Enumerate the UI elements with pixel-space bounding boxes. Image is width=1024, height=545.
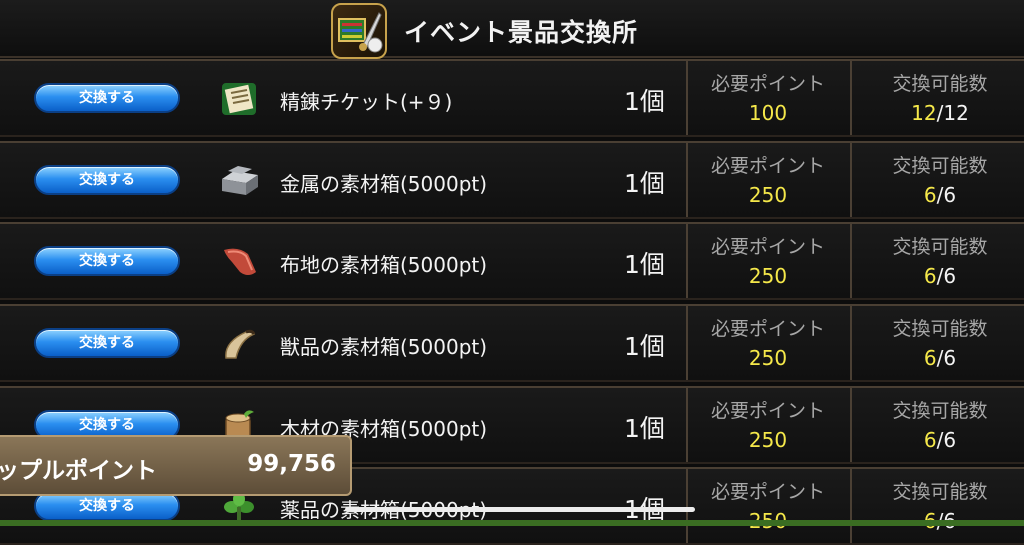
exchangeable-count-value: 6/6 bbox=[874, 428, 1006, 452]
points-value: 99,756 bbox=[247, 451, 336, 477]
event-shop-icon bbox=[331, 3, 387, 59]
item-quantity: 1個 bbox=[624, 169, 665, 198]
cloth-icon bbox=[218, 242, 260, 282]
current-count: 6 bbox=[923, 183, 937, 207]
ticket-icon bbox=[218, 79, 260, 119]
required-points-label: 必要ポイント bbox=[710, 73, 825, 95]
current-count: 12 bbox=[911, 101, 937, 125]
exchangeable-count-value: 12/12 bbox=[874, 101, 1006, 125]
item-quantity: 1個 bbox=[624, 332, 665, 361]
points-label: ップルポイント bbox=[0, 458, 157, 484]
column-divider bbox=[850, 143, 852, 217]
required-points-label: 必要ポイント bbox=[710, 236, 825, 258]
exchangeable-count-label: 交換可能数 bbox=[892, 318, 988, 340]
item-name: 精錬チケット(+９) bbox=[280, 90, 453, 114]
exchange-button[interactable]: 交換する bbox=[34, 246, 180, 276]
header-bar: イベント景品交換所 bbox=[0, 0, 1024, 58]
item-quantity: 1個 bbox=[624, 87, 665, 116]
required-points-label: 必要ポイント bbox=[710, 481, 825, 503]
column-divider bbox=[686, 306, 688, 380]
current-count: 6 bbox=[923, 428, 937, 452]
metal-ingot-icon bbox=[218, 161, 260, 201]
required-points-value: 250 bbox=[748, 183, 788, 207]
column-divider bbox=[686, 388, 688, 462]
reward-row: 交換する 獣品の素材箱(5000pt) 1個 必要ポイント 250 交換可能数 … bbox=[0, 304, 1024, 382]
exchangeable-count-label: 交換可能数 bbox=[892, 236, 988, 258]
column-divider bbox=[850, 306, 852, 380]
required-points-label: 必要ポイント bbox=[710, 318, 825, 340]
column-divider bbox=[850, 61, 852, 135]
exchangeable-count-value: 6/6 bbox=[874, 264, 1006, 288]
reward-row: 交換する 精錬チケット(+９) 1個 必要ポイント 100 交換可能数 12/1… bbox=[0, 59, 1024, 137]
item-quantity: 1個 bbox=[624, 250, 665, 279]
column-divider bbox=[850, 388, 852, 462]
max-count: /6 bbox=[936, 264, 957, 288]
reward-row: 交換する 布地の素材箱(5000pt) 1個 必要ポイント 250 交換可能数 … bbox=[0, 222, 1024, 300]
column-divider bbox=[686, 224, 688, 298]
max-count: /6 bbox=[936, 346, 957, 370]
current-count: 6 bbox=[923, 346, 937, 370]
exchange-button[interactable]: 交換する bbox=[34, 83, 180, 113]
item-name: 布地の素材箱(5000pt) bbox=[280, 253, 488, 277]
home-indicator[interactable] bbox=[345, 507, 695, 512]
max-count: /6 bbox=[936, 428, 957, 452]
exchangeable-count-label: 交換可能数 bbox=[892, 481, 988, 503]
column-divider bbox=[850, 469, 852, 543]
exchangeable-count-value: 6/6 bbox=[874, 346, 1006, 370]
item-quantity: 1個 bbox=[624, 414, 665, 443]
horn-icon bbox=[218, 324, 260, 364]
required-points-value: 250 bbox=[748, 264, 788, 288]
page-title: イベント景品交換所 bbox=[404, 18, 639, 47]
exchangeable-count-label: 交換可能数 bbox=[892, 155, 988, 177]
exchangeable-count-label: 交換可能数 bbox=[892, 400, 988, 422]
max-count: /6 bbox=[936, 183, 957, 207]
column-divider bbox=[850, 224, 852, 298]
exchangeable-count-value: 6/6 bbox=[874, 183, 1006, 207]
bottom-border bbox=[0, 520, 1024, 526]
required-points-value: 100 bbox=[748, 101, 788, 125]
points-panel: ップルポイント 99,756 bbox=[0, 435, 352, 496]
current-count: 6 bbox=[923, 264, 937, 288]
item-name: 獣品の素材箱(5000pt) bbox=[280, 335, 488, 359]
required-points-value: 250 bbox=[748, 428, 788, 452]
required-points-label: 必要ポイント bbox=[710, 155, 825, 177]
exchange-button[interactable]: 交換する bbox=[34, 165, 180, 195]
required-points-value: 250 bbox=[748, 346, 788, 370]
column-divider bbox=[686, 469, 688, 543]
column-divider bbox=[686, 143, 688, 217]
column-divider bbox=[686, 61, 688, 135]
max-count: /12 bbox=[936, 101, 969, 125]
item-name: 金属の素材箱(5000pt) bbox=[280, 172, 488, 196]
required-points-label: 必要ポイント bbox=[710, 400, 825, 422]
reward-row: 交換する 金属の素材箱(5000pt) 1個 必要ポイント 250 交換可能数 … bbox=[0, 141, 1024, 219]
exchangeable-count-label: 交換可能数 bbox=[892, 73, 988, 95]
exchange-button[interactable]: 交換する bbox=[34, 328, 180, 358]
